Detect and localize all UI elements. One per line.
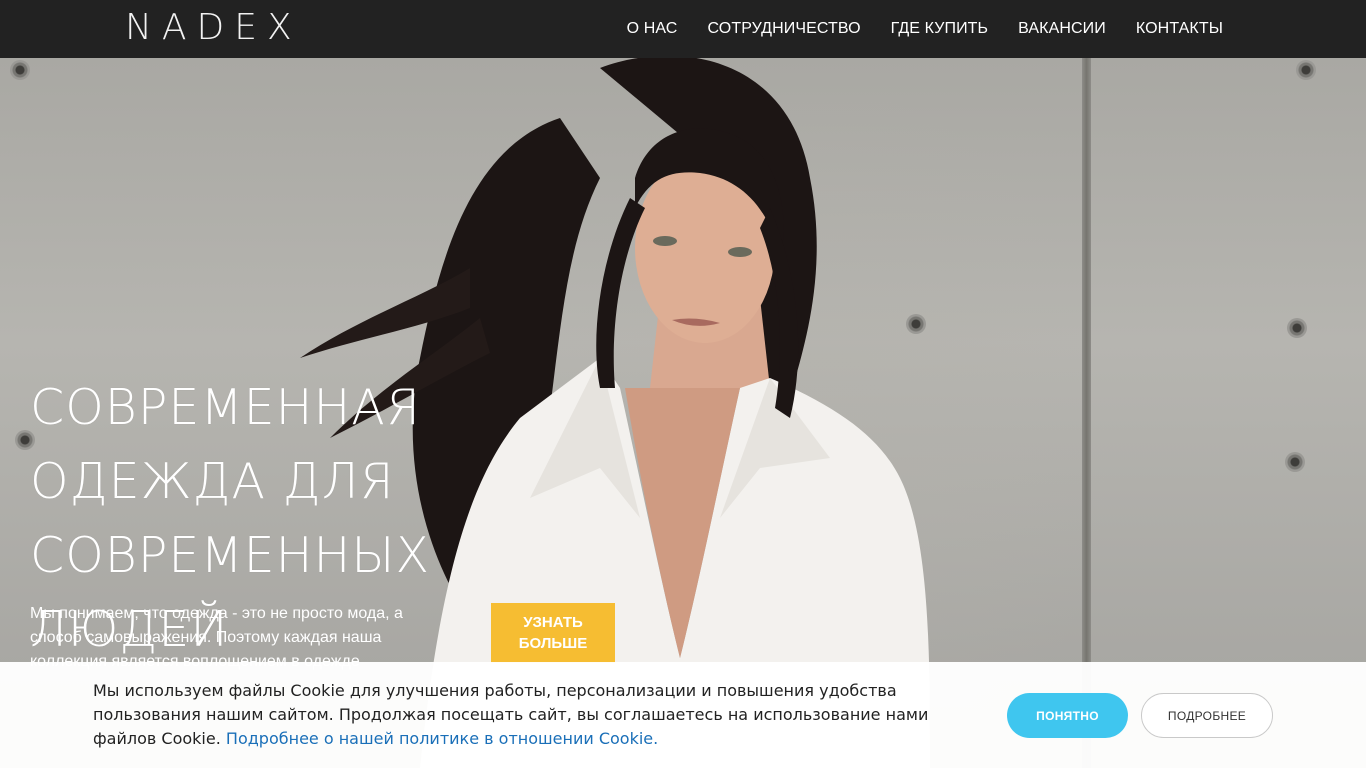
hero-title-line: ОДЕЖДА ДЛЯ bbox=[30, 453, 395, 510]
cookie-banner: Мы используем файлы Cookie для улучшения… bbox=[0, 662, 1366, 768]
nav-vacancies[interactable]: ВАКАНСИИ bbox=[1018, 20, 1106, 38]
cookie-accept-button[interactable]: ПОНЯТНО bbox=[1007, 693, 1128, 738]
hero-title-line: СОВРЕМЕННАЯ bbox=[30, 379, 421, 436]
nav-where-to-buy[interactable]: ГДЕ КУПИТЬ bbox=[891, 20, 988, 38]
nav-about[interactable]: О НАС bbox=[627, 20, 678, 38]
logo[interactable]: NADEX bbox=[125, 6, 302, 50]
learn-more-button[interactable]: УЗНАТЬ БОЛЬШЕ bbox=[491, 603, 615, 663]
cookie-more-button[interactable]: ПОДРОБНЕЕ bbox=[1141, 693, 1273, 738]
main-nav: О НАС СОТРУДНИЧЕСТВО ГДЕ КУПИТЬ ВАКАНСИИ… bbox=[597, 0, 1223, 58]
nav-contacts[interactable]: КОНТАКТЫ bbox=[1136, 20, 1223, 38]
cookie-message: Мы используем файлы Cookie для улучшения… bbox=[93, 679, 973, 751]
learn-more-label-line1: УЗНАТЬ bbox=[523, 614, 583, 631]
learn-more-label: УЗНАТЬ БОЛЬШЕ bbox=[519, 612, 587, 654]
cookie-policy-link[interactable]: Подробнее о нашей политике в отношении C… bbox=[226, 729, 658, 748]
site-header: NADEX О НАС СОТРУДНИЧЕСТВО ГДЕ КУПИТЬ ВА… bbox=[0, 0, 1366, 58]
nav-cooperation[interactable]: СОТРУДНИЧЕСТВО bbox=[707, 20, 860, 38]
hero-title-line: СОВРЕМЕННЫХ bbox=[30, 527, 431, 584]
learn-more-label-line2: БОЛЬШЕ bbox=[518, 635, 588, 652]
